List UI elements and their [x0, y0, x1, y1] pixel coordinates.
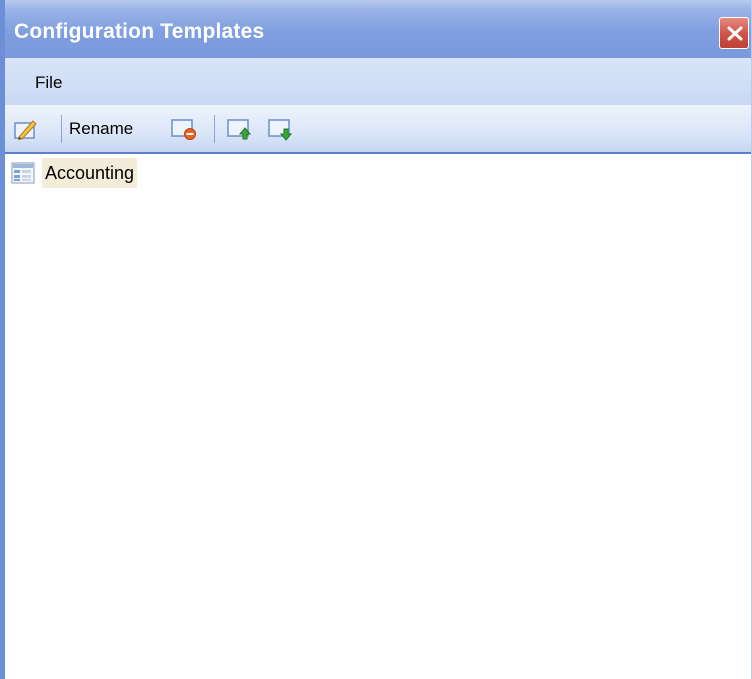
upload-button[interactable] [226, 115, 252, 141]
toolbar-separator [61, 115, 62, 143]
delete-button[interactable] [170, 115, 196, 141]
window-title: Configuration Templates [14, 20, 265, 43]
download-template-icon [268, 119, 293, 141]
edit-pencil-icon [14, 120, 37, 140]
delete-template-icon [171, 119, 196, 140]
toolbar-separator [214, 115, 215, 143]
template-tree: Accounting [5, 154, 751, 679]
menu-bar: File [5, 58, 751, 105]
download-button[interactable] [267, 115, 293, 141]
tree-item-accounting[interactable]: Accounting [9, 158, 159, 188]
template-document-icon [11, 162, 37, 191]
close-button[interactable] [719, 17, 749, 49]
title-bar[interactable]: Configuration Templates [5, 0, 751, 58]
toolbar: Rename [5, 105, 751, 154]
tree-item-label: Accounting [42, 158, 138, 188]
upload-template-icon [227, 119, 252, 140]
rename-button[interactable]: Rename [69, 119, 133, 139]
menu-file[interactable]: File [35, 73, 62, 93]
configuration-templates-window: Configuration Templates File Rename Acco… [0, 0, 752, 679]
edit-button[interactable] [13, 115, 39, 141]
close-icon [727, 26, 743, 41]
